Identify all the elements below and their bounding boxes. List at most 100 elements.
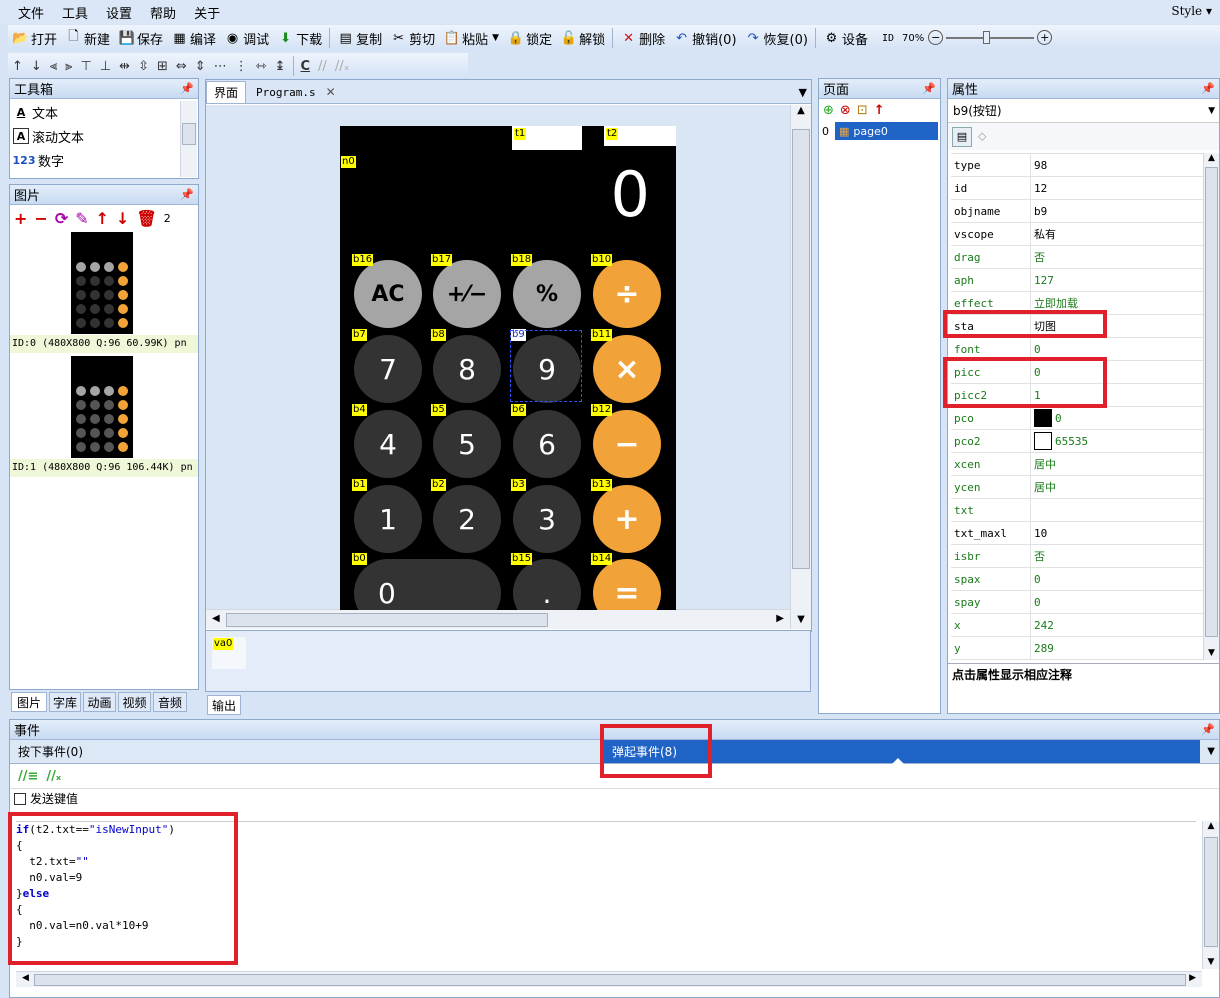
- tab-design[interactable]: 界面: [206, 81, 246, 103]
- property-value-cell[interactable]: 65535: [1031, 430, 1203, 452]
- add-page-icon[interactable]: ⊕: [823, 103, 834, 118]
- calc-button-b3[interactable]: 3: [513, 485, 581, 553]
- center-v-icon[interactable]: ⇳: [134, 59, 153, 74]
- tab-video[interactable]: 视频: [118, 692, 151, 712]
- property-row-objname[interactable]: objname b9: [951, 200, 1203, 223]
- distribute-h-icon[interactable]: ⋯: [210, 59, 231, 74]
- property-value-cell[interactable]: b9: [1031, 200, 1203, 222]
- open-folder-button[interactable]: 📂 打开: [8, 29, 61, 48]
- space-h-icon[interactable]: ⇿: [252, 59, 271, 74]
- debug-button[interactable]: ◉ 调试: [220, 29, 273, 48]
- align-left-icon[interactable]: ⫷: [46, 59, 61, 74]
- replace-icon[interactable]: ⟳: [55, 209, 68, 228]
- calc-button-b6[interactable]: 6: [513, 410, 581, 478]
- tab-audio[interactable]: 音频: [153, 692, 187, 712]
- style-dropdown[interactable]: Style ▾: [1171, 4, 1212, 18]
- grid-icon[interactable]: ⊞: [153, 59, 172, 74]
- center-h-icon[interactable]: ⇹: [115, 59, 134, 74]
- unlock-button[interactable]: 🔓 解锁: [556, 29, 609, 48]
- space-v-icon[interactable]: ↨: [271, 59, 290, 74]
- move-up-icon[interactable]: ↑: [96, 209, 109, 228]
- property-row-drag[interactable]: drag 否: [951, 246, 1203, 269]
- toolbox-item[interactable]: 123 数字: [10, 148, 198, 172]
- calc-button-b10[interactable]: ÷: [593, 260, 661, 328]
- property-row-vscope[interactable]: vscope 私有: [951, 223, 1203, 246]
- calc-button-b2[interactable]: 2: [433, 485, 501, 553]
- toolbox-item[interactable]: A 滚动文本: [10, 124, 198, 148]
- page-item[interactable]: 0 ▦ page0: [819, 122, 940, 140]
- uncomment-icon[interactable]: //ₓ: [46, 769, 61, 784]
- scroll-right-icon[interactable]: ▶: [1189, 973, 1196, 983]
- pin-icon[interactable]: 📌: [180, 188, 198, 201]
- calc-button-b17[interactable]: +⁄−: [433, 260, 501, 328]
- property-value-cell[interactable]: 0: [1031, 591, 1203, 613]
- property-row-spax[interactable]: spax 0: [951, 568, 1203, 591]
- property-row-xcen[interactable]: xcen 居中: [951, 453, 1203, 476]
- pin-icon[interactable]: 📌: [1201, 82, 1219, 95]
- send-key-checkbox[interactable]: [14, 792, 26, 805]
- copy-button[interactable]: ▤ 复制: [333, 29, 386, 48]
- calc-button-b14[interactable]: =: [593, 559, 661, 610]
- remove-icon[interactable]: −: [34, 209, 47, 228]
- calc-button-b8[interactable]: 8: [433, 335, 501, 403]
- property-value-cell[interactable]: 否: [1031, 545, 1203, 567]
- edit-icon[interactable]: ✎: [75, 209, 88, 228]
- page-up-icon[interactable]: ↑: [874, 103, 885, 118]
- paste-button[interactable]: 📋 粘贴 ▼: [439, 29, 503, 48]
- property-value-cell[interactable]: 私有: [1031, 223, 1203, 245]
- calc-button-b1[interactable]: 1: [354, 485, 422, 553]
- picture-item[interactable]: ID:1 (480X800 Q:96 106.44K) pn: [10, 355, 198, 479]
- delete-page-icon[interactable]: ⊗: [840, 103, 851, 118]
- property-row-aph[interactable]: aph 127: [951, 269, 1203, 292]
- calc-button-b15[interactable]: .: [513, 559, 581, 610]
- property-value-cell[interactable]: 0: [1031, 568, 1203, 590]
- import-page-icon[interactable]: ⊡: [857, 103, 868, 118]
- calc-button-b4[interactable]: 4: [354, 410, 422, 478]
- property-value-cell[interactable]: 否: [1031, 246, 1203, 268]
- tab-animation[interactable]: 动画: [83, 692, 116, 712]
- pin-icon[interactable]: 📌: [1201, 723, 1219, 736]
- tab-press-event[interactable]: 按下事件(0): [10, 740, 602, 763]
- tab-output[interactable]: 输出: [207, 695, 241, 715]
- property-value-cell[interactable]: 居中: [1031, 453, 1203, 475]
- property-value-cell[interactable]: 12: [1031, 177, 1203, 199]
- property-row-spay[interactable]: spay 0: [951, 591, 1203, 614]
- tab-program[interactable]: Program.s: [246, 81, 326, 103]
- property-value-cell[interactable]: 127: [1031, 269, 1203, 291]
- lock-button[interactable]: 🔒 锁定: [503, 29, 556, 48]
- move-down-icon[interactable]: ↓: [116, 209, 129, 228]
- property-value-cell[interactable]: 98: [1031, 154, 1203, 176]
- property-row-y[interactable]: y 289: [951, 637, 1203, 660]
- calc-button-b0[interactable]: 0: [354, 559, 501, 610]
- menu-item-0[interactable]: 文件: [9, 3, 53, 22]
- calc-button-b18[interactable]: %: [513, 260, 581, 328]
- distribute-v-icon[interactable]: ⋮: [231, 59, 252, 74]
- property-row-pco2[interactable]: pco2 65535: [951, 430, 1203, 453]
- event-dropdown-icon[interactable]: ▼: [1207, 740, 1215, 763]
- align-up-icon[interactable]: ↑: [8, 59, 27, 74]
- toolbox-item[interactable]: A 文本: [10, 100, 198, 124]
- calc-button-b11[interactable]: ×: [593, 335, 661, 403]
- calc-button-b13[interactable]: +: [593, 485, 661, 553]
- property-value-cell[interactable]: 10: [1031, 522, 1203, 544]
- menu-item-3[interactable]: 帮助: [141, 3, 185, 22]
- zoom-in-icon[interactable]: +: [1037, 30, 1053, 45]
- h-scroll-thumb[interactable]: [226, 613, 548, 627]
- cut-button[interactable]: ✂ 剪切: [386, 29, 439, 48]
- sort-icon[interactable]: ⬦: [978, 129, 986, 144]
- property-value-cell[interactable]: 289: [1031, 637, 1203, 659]
- paste-dropdown-icon[interactable]: ▼: [492, 33, 499, 43]
- new-file-button[interactable]: 🗋 新建: [61, 27, 114, 49]
- undo-button[interactable]: ↶ 撤销(0): [669, 29, 740, 48]
- c-button[interactable]: C: [297, 59, 315, 74]
- align-right-icon[interactable]: ⫸: [61, 59, 76, 74]
- tab-dropdown-icon[interactable]: ▼: [799, 86, 807, 99]
- menu-item-1[interactable]: 工具: [53, 3, 97, 22]
- scroll-left-icon[interactable]: ◀: [212, 613, 220, 624]
- menu-item-2[interactable]: 设置: [97, 3, 141, 22]
- property-row-pco[interactable]: pco 0: [951, 407, 1203, 430]
- tab-fonts[interactable]: 字库: [49, 692, 81, 712]
- comment-icon[interactable]: //: [314, 59, 331, 74]
- calc-button-b16[interactable]: AC: [354, 260, 422, 328]
- property-row-id[interactable]: id 12: [951, 177, 1203, 200]
